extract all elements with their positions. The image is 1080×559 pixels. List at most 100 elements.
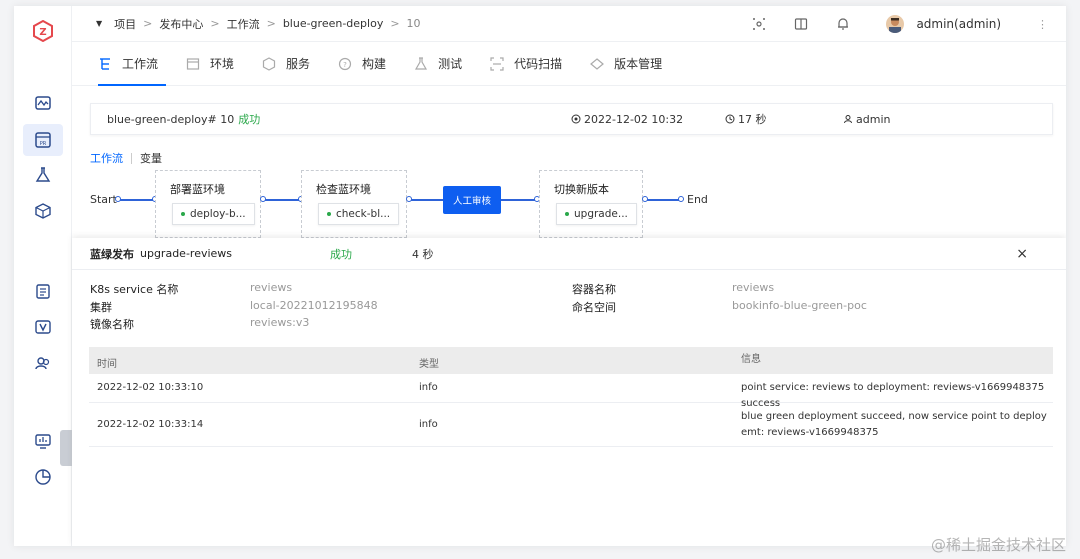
tab-version[interactable]: 版本管理 [590,42,662,85]
field-namespace-value: bookinfo-blue-green-poc [732,299,867,312]
run-user: admin [843,113,890,126]
stage-switch-version[interactable]: 切换新版本 upgrade... [539,170,643,238]
caret-down-icon[interactable]: ▼ [96,19,102,28]
tab-label: 代码扫描 [514,57,563,71]
run-start-time: 2022-12-02 10:32 [571,113,683,126]
breadcrumb-item[interactable]: 工作流 [227,16,260,32]
tab-environment[interactable]: 环境 [186,42,234,85]
network-icon[interactable] [752,17,766,31]
workflow-icon [100,57,110,70]
users-icon[interactable] [34,354,52,372]
flask-icon[interactable] [34,166,52,184]
workflow-run-title: blue-green-deploy# 10 成功 [107,111,260,127]
field-image-value: reviews:v3 [250,316,309,329]
pipeline-start: Start [90,193,117,206]
app-logo-icon[interactable]: Z [32,20,54,42]
cell-time: 2022-12-02 10:33:10 [97,382,204,393]
target-icon [571,114,581,124]
breadcrumb-current: 10 [406,17,421,30]
job-name: deploy-b... [190,208,246,220]
field-value: local-20221012195848 [250,299,378,312]
run-duration-value: 17 秒 [738,113,767,126]
column-header-time: 时间 [97,359,117,370]
release-icon[interactable]: PR [34,131,52,149]
header-row: 时间 类型 信息 [89,347,1053,374]
status-dot [327,212,331,216]
clock-icon [725,114,735,124]
breadcrumb-item[interactable]: blue-green-deploy [283,17,384,30]
job-chip[interactable]: check-bl... [318,203,400,225]
monitor-icon[interactable] [34,94,52,112]
pipeline-connector [647,199,681,201]
version-v-icon[interactable] [34,318,52,336]
tab-code-scan[interactable]: 代码扫描 [490,42,562,85]
job-chip[interactable]: deploy-b... [172,203,255,225]
status-dot [181,212,185,216]
table-header: 时间 类型 信息 [89,347,1053,374]
package-icon[interactable] [34,202,52,220]
tab-label: 环境 [210,57,235,71]
main-tabs: 工作流 环境 服务 ? 构建 测试 代码扫描 版本管理 [72,42,1066,86]
pipeline-node [115,196,121,202]
pie-chart-icon[interactable] [34,468,52,486]
stage-deploy-blue[interactable]: 部署蓝环境 deploy-b... [155,170,261,238]
column-header-message: 信息 [741,354,761,365]
tab-label: 测试 [438,57,463,71]
pipeline-connector [265,199,301,201]
cell-message: blue green deployment succeed, now servi… [741,411,1047,438]
workflow-run-name[interactable]: blue-green-deploy# 10 [107,113,234,126]
job-chip[interactable]: upgrade... [556,203,637,225]
stage-check-blue[interactable]: 检查蓝环境 check-bl... [301,170,407,238]
field-value: reviews [732,281,775,294]
field-value: reviews [250,281,293,294]
cell-type: info [419,419,438,430]
test-icon [415,56,428,70]
job-name: upgrade-reviews [140,247,233,260]
field-svc-key: K8s service 名称 [90,281,178,297]
version-icon [590,57,605,70]
field-label: K8s service 名称 [90,283,179,296]
subtab-variables[interactable]: 变量 [140,150,162,166]
watermark: @稀土掘金技术社区 [930,536,1066,554]
build-icon: ? [338,57,352,70]
stage-name: 检查蓝环境 [316,183,371,196]
job-name: upgrade... [574,208,628,220]
tab-label: 构建 [362,57,387,71]
book-icon[interactable] [794,17,808,31]
tab-test[interactable]: 测试 [414,42,462,85]
bell-icon[interactable] [836,17,850,31]
drawer-header: 蓝绿发布 upgrade-reviews 成功 4 秒 × [72,238,1066,270]
pipeline-connector [118,199,154,201]
field-container-key: 容器名称 [572,281,616,297]
event-log-table: 时间 类型 信息 2022-12-02 10:33:10 info point … [89,347,1053,447]
row-cells: 2022-12-02 10:33:10 info point service: … [89,374,1053,409]
close-icon[interactable]: × [1016,246,1028,262]
dashboard-icon[interactable] [34,432,52,450]
tab-label: 工作流 [122,57,159,71]
pipeline-end: End [687,193,708,206]
user-name[interactable]: admin(admin) [916,17,1001,31]
breadcrumb-item[interactable]: 发布中心 [159,16,203,32]
breadcrumb-separator: > [210,17,220,30]
sidebar-collapse-handle[interactable] [60,430,72,466]
subtab-workflow[interactable]: 工作流 [90,150,123,166]
breadcrumb-separator: > [143,17,153,30]
status-dot [565,212,569,216]
avatar[interactable] [886,15,905,33]
tab-service[interactable]: 服务 [262,42,310,85]
column-header-type: 类型 [419,359,439,370]
tab-build[interactable]: ? 构建 [338,42,386,85]
run-start-time-value: 2022-12-02 10:32 [584,112,684,126]
cell-type: info [419,382,438,393]
workflow-summary-card: blue-green-deploy# 10 成功 2022-12-02 10:32… [90,103,1053,135]
field-label: 容器名称 [572,283,616,296]
field-cluster-value: local-20221012195848 [250,299,378,312]
breadcrumb-item[interactable]: 项目 [114,16,136,32]
field-value: bookinfo-blue-green-poc [732,299,867,312]
tab-workflow[interactable]: 工作流 [98,42,167,86]
cell-time: 2022-12-02 10:33:14 [97,419,204,430]
clipboard-icon[interactable] [34,282,52,300]
manual-approval-node[interactable]: 人工审核 [443,186,501,214]
more-icon[interactable]: ⋮ [1037,18,1048,31]
user-icon [844,115,852,124]
